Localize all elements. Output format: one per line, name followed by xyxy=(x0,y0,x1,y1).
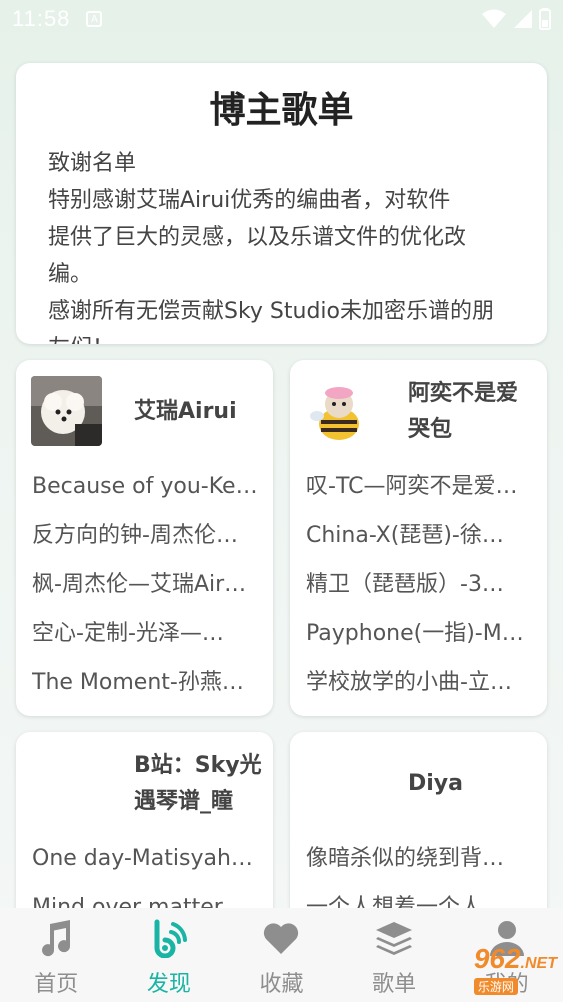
intro-line: 感谢所有无偿贡献Sky Studio未加密乐谱的朋 xyxy=(48,299,495,324)
status-time: 11:58 xyxy=(12,6,71,31)
intro-card: 博主歌单 致谢名单 特别感谢艾瑞Airui优秀的编曲者，对软件 提供了巨大的灵感… xyxy=(16,63,547,344)
heart-icon xyxy=(259,916,303,960)
intro-line: 特别感谢艾瑞Airui优秀的编曲者，对软件 xyxy=(48,188,451,213)
intro-text: 致谢名单 特别感谢艾瑞Airui优秀的编曲者，对软件 提供了巨大的灵感，以及乐谱… xyxy=(48,145,523,344)
song-list: Because of you-Ke… 反方向的钟-周杰伦… 枫-周杰伦—艾瑞Ai… xyxy=(32,470,259,715)
signal-icon xyxy=(514,10,532,28)
list-item[interactable]: 像暗杀似的绕到背… xyxy=(306,842,533,891)
tab-home[interactable]: 首页 xyxy=(0,908,113,1002)
tab-favorites[interactable]: 收藏 xyxy=(225,908,338,1002)
playlist-name: 艾瑞Airui xyxy=(134,399,237,424)
list-item[interactable]: Payphone(一指)-M… xyxy=(306,617,533,666)
intro-line: 致谢名单 xyxy=(48,151,137,176)
list-item[interactable]: Because of you-Ke… xyxy=(32,470,259,519)
playlist-card-ayi[interactable]: 阿奕不是爱 哭包 叹-TC—阿奕不是爱… China-X(琵琶)-徐… 精卫（琵… xyxy=(290,360,547,716)
wifi-icon xyxy=(482,9,506,28)
watermark-number: 962.NET xyxy=(473,943,557,974)
tab-label: 收藏 xyxy=(259,972,304,997)
watermark-subtitle: 乐游网 xyxy=(473,978,518,995)
notification-a-icon: A xyxy=(86,11,103,27)
playlist-name-line: B站：Sky光 xyxy=(134,753,262,778)
music-note-icon xyxy=(34,916,78,960)
watermark-logo: 962.NET 乐游网 xyxy=(421,944,557,996)
playlist-card-airui[interactable]: 艾瑞Airui Because of you-Ke… 反方向的钟-周杰伦… 枫-… xyxy=(16,360,273,716)
page-title: 博主歌单 xyxy=(209,90,354,131)
watermark-text: 962.NET 乐游网 xyxy=(473,943,557,995)
tab-label: 首页 xyxy=(34,972,79,997)
playlist-name: 阿奕不是爱 哭包 xyxy=(408,376,518,448)
list-item[interactable]: China-X(琵琶)-徐… xyxy=(306,519,533,568)
playlist-name-line: 哭包 xyxy=(408,417,453,442)
tab-label: 发现 xyxy=(146,972,191,997)
layers-icon xyxy=(372,916,416,960)
list-item[interactable]: 学校放学的小曲-立… xyxy=(306,666,533,715)
avatar xyxy=(305,376,376,446)
avatar xyxy=(31,376,102,446)
song-list: 叹-TC—阿奕不是爱… China-X(琵琶)-徐… 精卫（琵琶版）-3… Pa… xyxy=(306,470,533,715)
list-item[interactable]: 叹-TC—阿奕不是爱… xyxy=(306,470,533,519)
playlist-name: B站：Sky光 遇琴谱_瞳 xyxy=(134,748,262,820)
list-item[interactable]: 空心-定制-光泽—… xyxy=(32,617,259,666)
playlist-name-line: 阿奕不是爱 xyxy=(408,381,519,406)
status-icons xyxy=(481,8,551,30)
tab-label: 歌单 xyxy=(372,972,417,997)
status-bar: 11:58 A xyxy=(0,0,563,38)
list-item[interactable]: 精卫（琵琶版）-3… xyxy=(306,568,533,617)
playlist-card-bilibili[interactable]: B站：Sky光 遇琴谱_瞳 One day-Matisyah… Mind ove… xyxy=(16,732,273,932)
list-item[interactable]: 枫-周杰伦—艾瑞Air… xyxy=(32,568,259,617)
playlist-card-diya[interactable]: Diya 像暗杀似的绕到背… 一个人想着一个人… xyxy=(290,732,547,932)
intro-line: 提供了巨大的灵感，以及乐谱文件的优化改 xyxy=(48,225,467,250)
discover-icon xyxy=(147,916,191,960)
playlist-name-line: 遇琴谱_瞳 xyxy=(134,789,234,814)
list-item[interactable]: The Moment-孙燕… xyxy=(32,666,259,715)
tab-discover[interactable]: 发现 xyxy=(113,908,226,1002)
battery-icon xyxy=(539,8,551,30)
intro-line: 编。 xyxy=(48,262,93,287)
list-item[interactable]: 反方向的钟-周杰伦… xyxy=(32,519,259,568)
playlist-name: Diya xyxy=(408,771,463,796)
intro-line: 友们！ xyxy=(48,330,523,344)
list-item[interactable]: One day-Matisyah… xyxy=(32,842,259,891)
